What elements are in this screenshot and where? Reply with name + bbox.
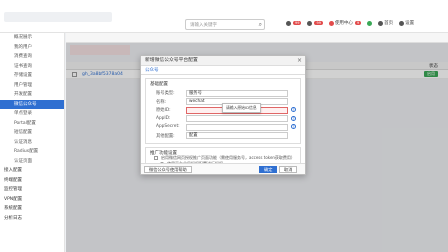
tab-bar [66,33,448,43]
field-label: AppSecret: [156,124,180,129]
settings-icon [399,20,405,26]
tab-label: 公众号 [145,68,159,73]
sidebar-item[interactable]: 认证消息 [0,138,64,148]
close-icon[interactable]: × [297,56,302,66]
center-icon [328,20,334,26]
sidebar-item[interactable]: 接入配置 [0,166,64,176]
field-label: 其他配置: [156,133,175,139]
sidebar-item[interactable]: 微信公众号 [0,99,64,109]
help-icon[interactable]: ? [291,124,296,129]
form-row: 其他配置: 配置 [146,132,300,141]
field-input[interactable] [186,123,288,131]
dialog-title-bar: 新增微信公众号平台配置 × [141,56,305,66]
sidebar-item[interactable]: 存储设置 [0,71,64,81]
sidebar-item[interactable]: 证书查询 [0,62,64,72]
home-icon [378,20,384,26]
chart-item[interactable] [367,20,373,26]
field-label: 名称: [156,99,167,105]
chart-icon [367,20,373,26]
promotion-checkbox[interactable] [154,156,158,160]
sidebar-item[interactable]: 终端配置 [0,176,64,186]
sidebar-item[interactable]: Radius配置 [0,147,64,157]
home-item[interactable]: 首页 [378,20,393,26]
tab-official-account[interactable]: 公众号 [141,66,305,75]
field-input[interactable] [186,115,288,122]
center-item[interactable]: 使用中心 9 [328,20,362,26]
cancel-button[interactable]: 取消 [279,166,298,173]
mail-icon [307,20,313,26]
field-label: AppID: [156,115,171,121]
error-tooltip: 请输入原始ID信息 [222,103,261,113]
config-dialog: 新增微信公众号平台配置 × 公众号 基础配置 账号类型: 服务号 名称: wechat… [140,55,306,175]
sidebar-item[interactable]: VPN配置 [0,195,64,205]
dialog-title: 新增微信公众号平台配置 [145,58,198,63]
field-label: 原始ID: [156,108,171,113]
section-title: 基础配置 [150,82,168,87]
help-button[interactable]: 微信公众号使用帮助 [144,166,192,173]
field-label: 账号类型: [156,91,175,96]
center-badge: 9 [354,21,362,25]
search-box[interactable]: 请输入关键字 ⌕ [185,19,265,30]
logo [4,12,112,22]
home-label: 首页 [384,21,394,26]
sidebar-item[interactable]: 系统配置 [0,204,64,214]
top-bar: 请输入关键字 ⌕ 99 99 使用中心 9 首页 设置 [0,0,448,33]
field-input[interactable]: 配置 [186,132,288,139]
sidebar-item[interactable]: 概况展示 [0,33,64,43]
sidebar-item[interactable]: 用户管理 [0,81,64,91]
sidebar-item[interactable]: Portal配置 [0,119,64,129]
settings-item[interactable]: 设置 [399,20,414,26]
sidebar-item[interactable]: 消费查询 [0,52,64,62]
form-row: 账号类型: 服务号 [146,89,300,98]
sidebar-item[interactable]: 我的用户 [0,43,64,53]
sidebar-item[interactable]: 分析日志 [0,214,64,224]
basic-config-section: 基础配置 账号类型: 服务号 名称: wechat 原始ID:? AppID:? AppSe… [145,78,301,144]
notification-badge: 99 [293,21,302,25]
search-input[interactable]: 请输入关键字 [190,22,217,28]
center-label: 使用中心 [334,21,353,26]
dialog-footer: 微信公众号使用帮助 确定 取消 [141,163,305,174]
bell-icon [286,20,291,26]
form-row: AppID:? [146,115,300,124]
mail-badge: 99 [314,21,323,25]
mail-item[interactable]: 99 [307,20,323,26]
sidebar-item[interactable]: 监控管理 [0,185,64,195]
help-icon[interactable]: ? [291,115,296,121]
header-actions: 99 99 使用中心 9 首页 设置 [286,20,414,26]
settings-label: 设置 [405,21,415,26]
sidebar-item[interactable]: 短信配置 [0,128,64,138]
field-input[interactable]: 服务号 [186,89,288,97]
sidebar-item[interactable]: 开发配置 [0,90,64,100]
sidebar-item[interactable]: 认证页面 [0,157,64,167]
sidebar-item[interactable]: 单点登录 [0,109,64,119]
sidebar: 概况展示 我的用户 消费查询 证书查询 存储设置 用户管理 开发配置 微信公众号 单点登录 Por… [0,33,65,252]
ok-button[interactable]: 确定 [259,166,278,173]
search-icon[interactable]: ⌕ [259,21,262,29]
help-icon[interactable]: ? [291,107,296,112]
notification-item[interactable]: 99 [286,20,302,26]
form-row: AppSecret:? [146,123,300,132]
